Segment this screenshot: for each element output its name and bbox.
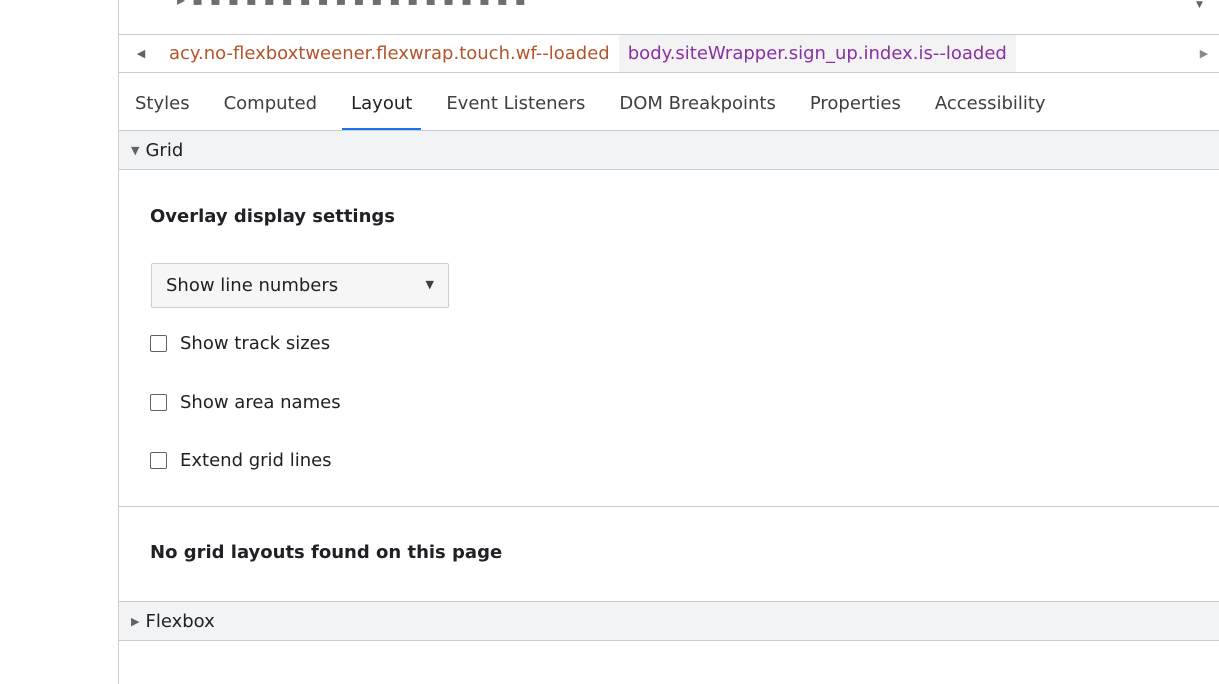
breadcrumb-scroll-left-icon[interactable]: ◀ [119,35,163,72]
breadcrumb-item-html[interactable]: acy.no-flexboxtweener.flexwrap.touch.wf-… [163,35,619,72]
tab-properties[interactable]: Properties [793,73,918,130]
dom-tree-clipped: ▸ ▪ ▪ ▪ ▪ ▪ ▪ ▪ ▪ ▪ ▪ ▪ ▪ ▪ ▪ ▪ ▪ ▪ ▪ ▪ … [119,0,1219,35]
tab-styles[interactable]: Styles [119,73,207,130]
breadcrumb: ◀ acy.no-flexboxtweener.flexwrap.touch.w… [119,35,1219,73]
sidebar-tabs: Styles Computed Layout Event Listeners D… [119,73,1219,131]
collapsed-triangle-icon: ▶ [131,614,140,628]
grid-section-body: Overlay display settings Show line numbe… [119,170,1219,600]
show-track-sizes-label: Show track sizes [180,333,331,354]
show-area-names-option[interactable]: Show area names [150,392,341,413]
show-track-sizes-checkbox[interactable] [150,335,167,352]
scroll-down-icon[interactable]: ▼ [1196,0,1203,10]
show-area-names-checkbox[interactable] [150,394,167,411]
flexbox-section-title: Flexbox [145,610,215,632]
grid-section-title: Grid [145,139,184,161]
expanded-triangle-icon: ▼ [131,143,140,157]
tab-event-listeners[interactable]: Event Listeners [429,73,602,130]
no-grid-message: No grid layouts found on this page [150,542,503,563]
section-divider [119,506,1219,507]
tab-computed[interactable]: Computed [207,73,335,130]
show-track-sizes-option[interactable]: Show track sizes [150,333,330,354]
left-gutter [0,0,119,684]
breadcrumb-scroll-right-icon[interactable]: ▶ [1189,35,1219,72]
line-numbers-select-value: Show line numbers [166,275,339,296]
show-area-names-label: Show area names [180,392,341,413]
flexbox-section-header[interactable]: ▶ Flexbox [119,601,1219,641]
tab-dom-breakpoints[interactable]: DOM Breakpoints [602,73,792,130]
grid-section-header[interactable]: ▼ Grid [119,131,1219,170]
chevron-down-icon: ▼ [425,278,434,291]
extend-grid-lines-checkbox[interactable] [150,452,167,469]
dom-tree-clipped-line: ▸ ▪ ▪ ▪ ▪ ▪ ▪ ▪ ▪ ▪ ▪ ▪ ▪ ▪ ▪ ▪ ▪ ▪ ▪ ▪ [177,0,527,9]
extend-grid-lines-label: Extend grid lines [180,450,332,471]
tab-layout[interactable]: Layout [334,73,429,130]
breadcrumb-list: acy.no-flexboxtweener.flexwrap.touch.wf-… [163,35,1016,72]
line-numbers-select[interactable]: Show line numbers ▼ [151,263,449,308]
breadcrumb-item-body[interactable]: body.siteWrapper.sign_up.index.is--loade… [618,35,1016,72]
extend-grid-lines-option[interactable]: Extend grid lines [150,450,332,471]
devtools-sidebar-panel: ▸ ▪ ▪ ▪ ▪ ▪ ▪ ▪ ▪ ▪ ▪ ▪ ▪ ▪ ▪ ▪ ▪ ▪ ▪ ▪ … [119,0,1219,684]
overlay-settings-title: Overlay display settings [150,206,396,227]
tab-accessibility[interactable]: Accessibility [918,73,1063,130]
